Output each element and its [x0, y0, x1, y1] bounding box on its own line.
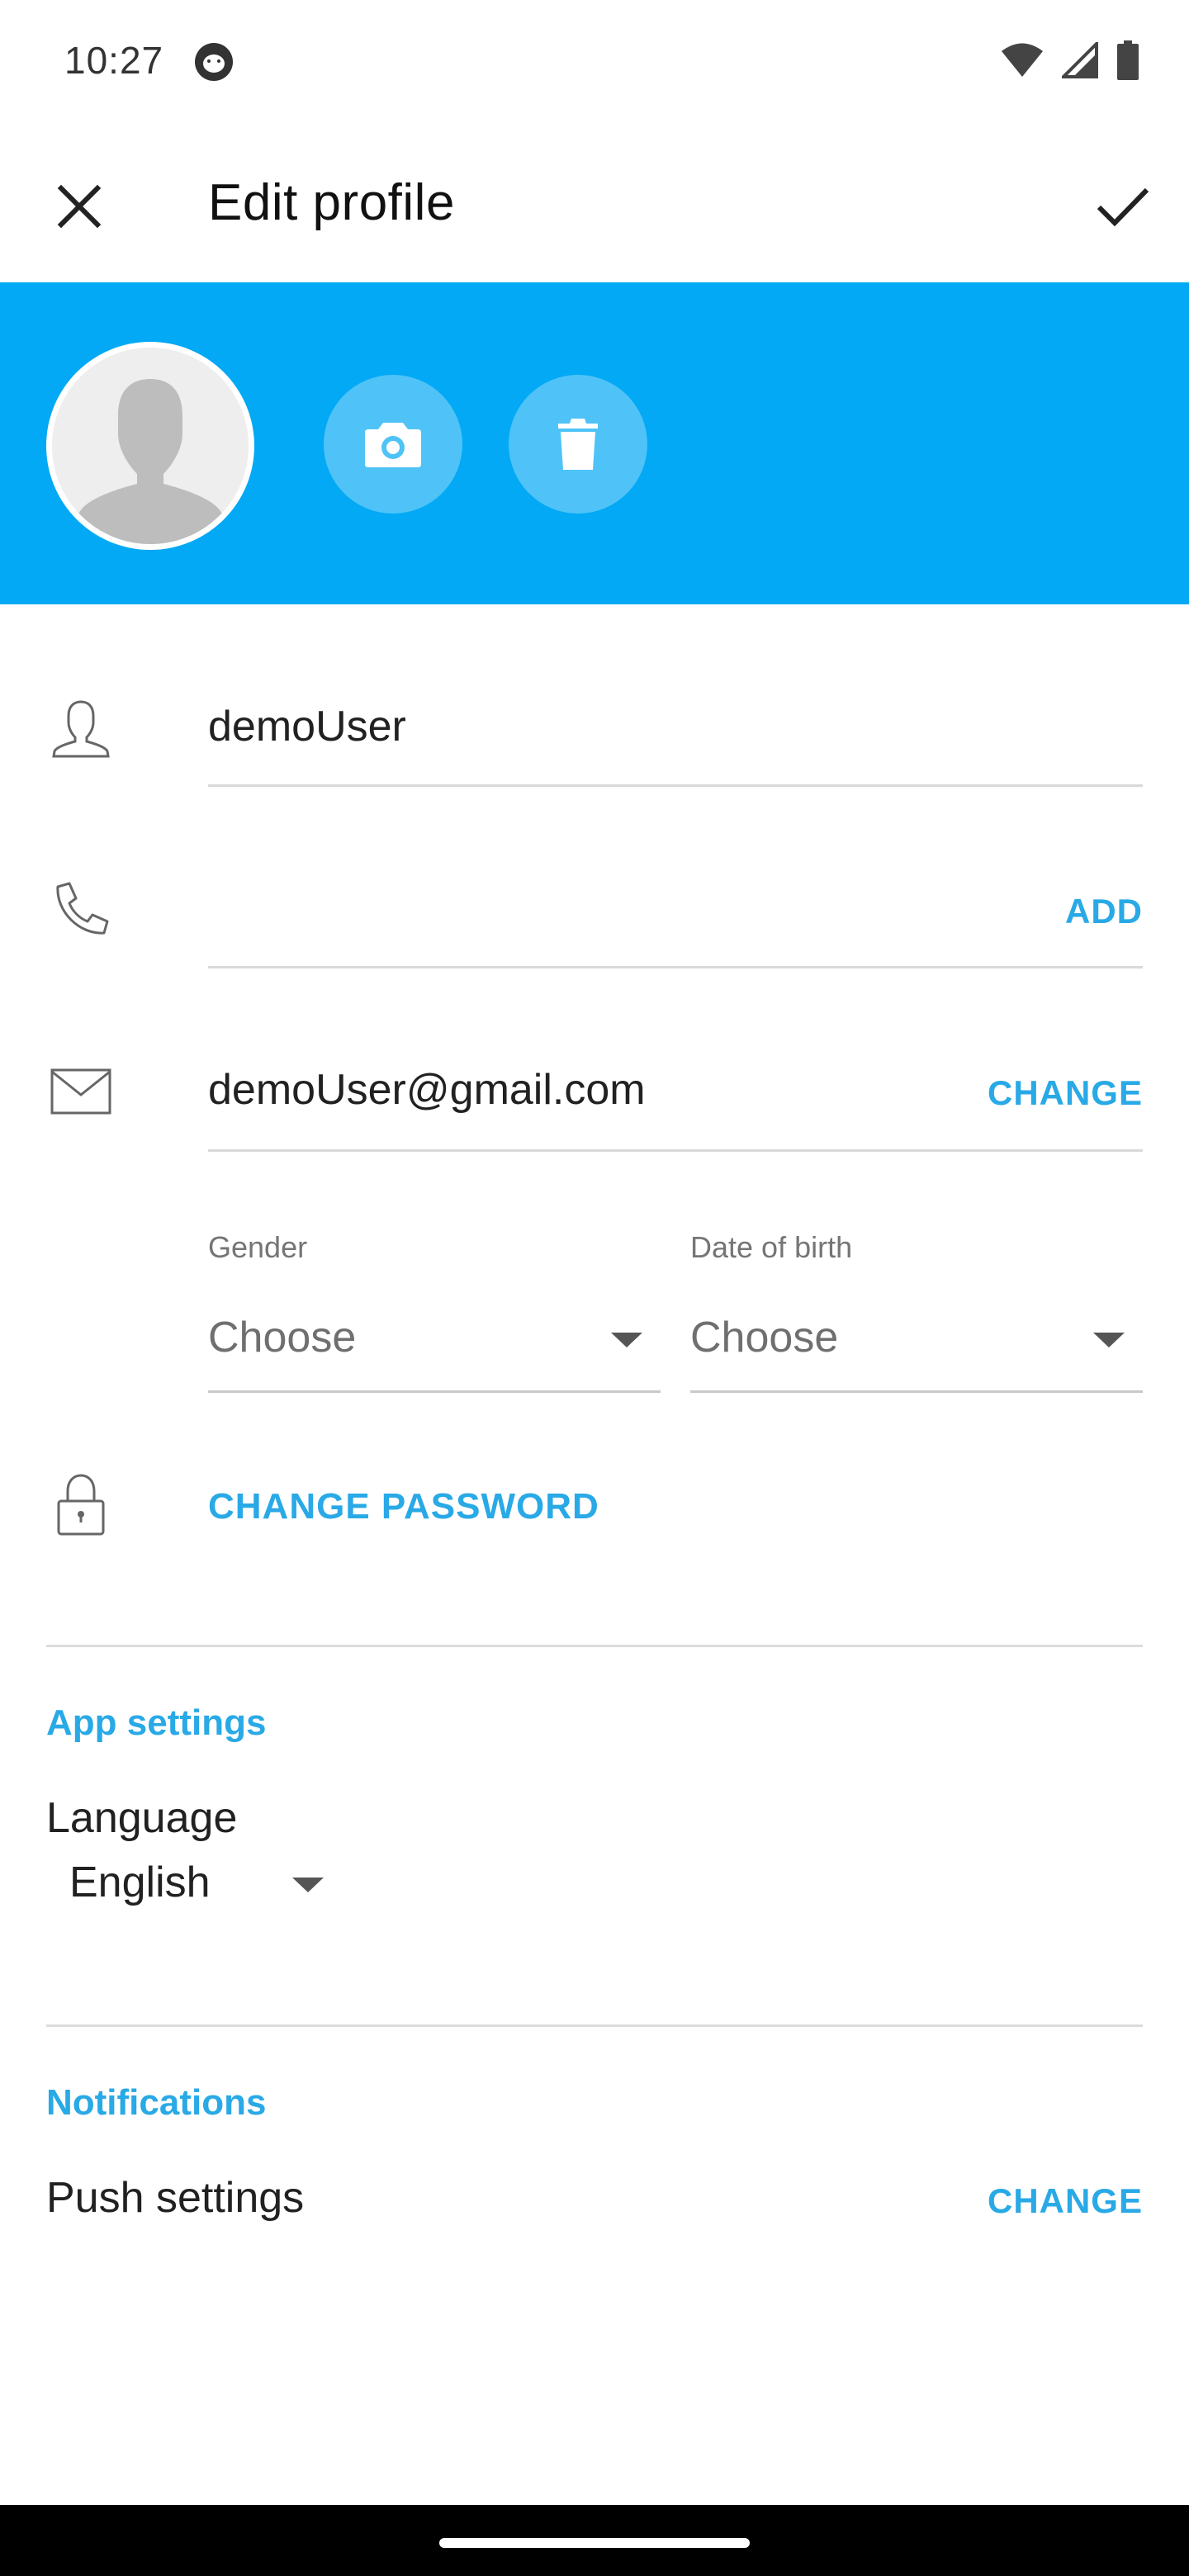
status-bar: 10:27 [0, 0, 1189, 124]
check-icon [1097, 187, 1149, 227]
chevron-down-icon [611, 1333, 642, 1347]
status-icons [1001, 40, 1139, 81]
email-field: demoUser@gmail.com [208, 1066, 646, 1114]
change-email-button[interactable]: CHANGE [988, 1073, 1143, 1113]
gender-select[interactable]: Choose [208, 1288, 661, 1395]
push-settings-label: Push settings [46, 2174, 305, 2222]
take-photo-button[interactable] [324, 375, 462, 514]
language-value: English [69, 1859, 211, 1906]
chevron-down-icon [292, 1878, 324, 1892]
chevron-down-icon [1093, 1333, 1125, 1347]
section-divider [46, 1645, 1143, 1647]
system-nav-bar [0, 2505, 1189, 2576]
phone-row-icon [50, 878, 112, 941]
lock-icon [57, 1474, 105, 1536]
avatar[interactable] [46, 342, 254, 550]
battery-icon [1117, 40, 1139, 80]
close-icon [57, 184, 102, 229]
app-settings-title: App settings [46, 1702, 267, 1743]
gender-underline [208, 1390, 661, 1393]
person-icon [52, 700, 110, 758]
dob-select[interactable]: Choose [690, 1288, 1143, 1395]
gender-label: Gender [208, 1230, 308, 1264]
change-password-button[interactable]: CHANGE PASSWORD [208, 1486, 599, 1527]
home-gesture-handle[interactable] [439, 2538, 750, 2548]
trash-icon [558, 419, 598, 470]
notifications-title: Notifications [46, 2082, 267, 2123]
username-field[interactable]: demoUser [208, 702, 406, 751]
notification-face-icon [195, 43, 233, 81]
dob-underline [690, 1390, 1143, 1393]
page-title: Edit profile [208, 174, 455, 231]
phone-icon [56, 882, 109, 935]
gender-value: Choose [208, 1314, 357, 1361]
status-time: 10:27 [64, 39, 164, 82]
dob-value: Choose [690, 1314, 839, 1361]
password-row-icon [50, 1473, 112, 1536]
email-underline [208, 1149, 1143, 1152]
camera-icon [365, 423, 421, 467]
close-button[interactable] [40, 167, 119, 246]
add-phone-button[interactable]: ADD [1065, 892, 1143, 931]
username-row-icon [50, 697, 112, 760]
person-silhouette-icon [69, 379, 232, 544]
username-underline [208, 784, 1143, 787]
app-bar: Edit profile [0, 124, 1189, 282]
phone-underline [208, 966, 1143, 968]
save-button[interactable] [1082, 165, 1164, 248]
dob-label: Date of birth [690, 1230, 853, 1264]
wifi-icon [1002, 43, 1043, 77]
mail-icon [50, 1068, 111, 1115]
section-divider [46, 2024, 1143, 2027]
avatar-placeholder [52, 348, 249, 544]
language-select[interactable]: English [46, 1849, 360, 1924]
language-label: Language [46, 1794, 238, 1842]
change-push-settings-button[interactable]: CHANGE [988, 2181, 1143, 2221]
email-row-icon [50, 1060, 112, 1123]
delete-photo-button[interactable] [509, 375, 647, 514]
signal-icon [1062, 42, 1098, 78]
profile-photo-header [0, 282, 1189, 604]
